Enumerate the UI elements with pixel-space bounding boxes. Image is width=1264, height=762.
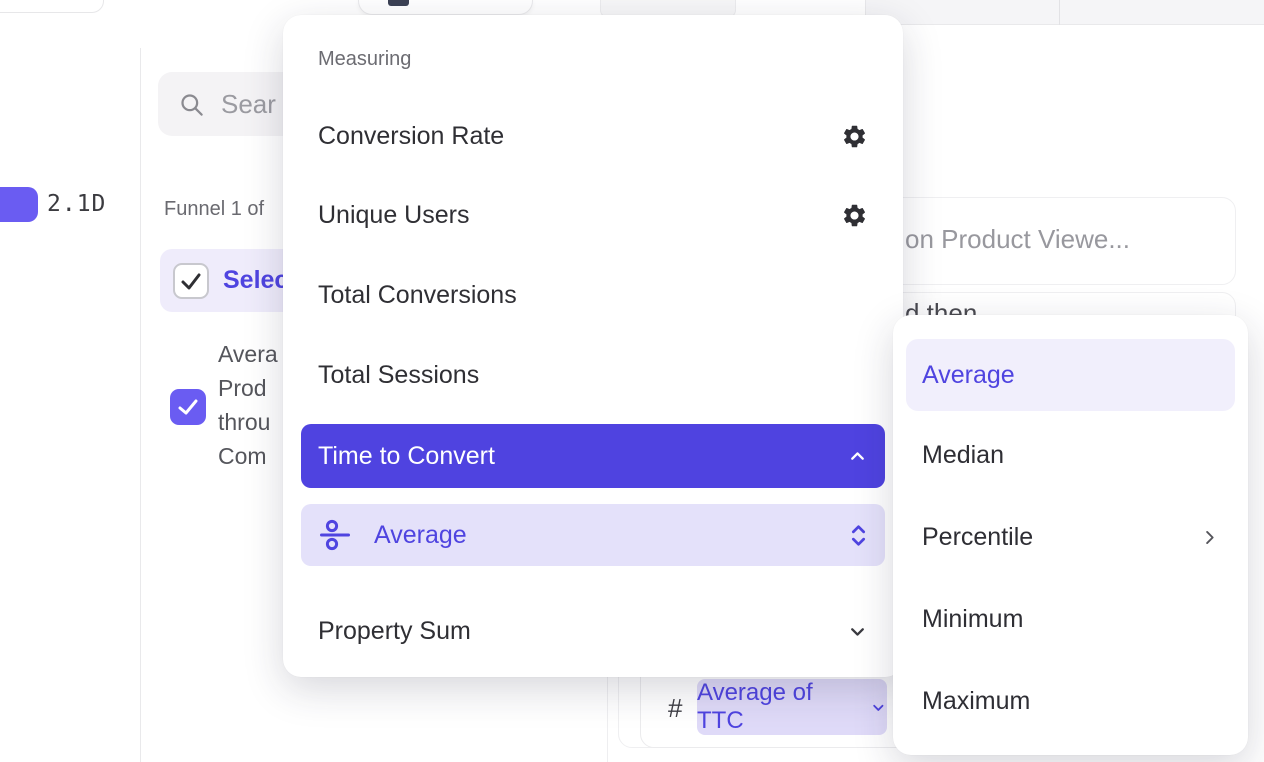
menu-item-unique-users[interactable]: Unique Users	[301, 183, 885, 247]
aggregation-dropdown: Average Median Percentile Minimum Maximu…	[893, 315, 1248, 755]
average-division-icon	[318, 518, 352, 552]
select-all-checkbox[interactable]	[173, 263, 209, 299]
menu-item-time-to-convert[interactable]: Time to Convert	[301, 424, 885, 488]
event-name-label: on Product Viewe...	[905, 224, 1130, 255]
measuring-dropdown-title: Measuring	[318, 48, 411, 71]
step-description-line: Prod	[218, 371, 278, 405]
agg-item-minimum[interactable]: Minimum	[906, 587, 1235, 651]
gear-icon[interactable]	[841, 202, 868, 229]
menu-item-aggregation-average[interactable]: Average	[301, 504, 885, 566]
search-placeholder: Sear	[221, 89, 276, 120]
menu-item-property-sum[interactable]: Property Sum	[301, 599, 885, 663]
chevron-right-icon	[1200, 528, 1219, 547]
step-description-line: Com	[218, 439, 278, 473]
search-icon	[178, 91, 205, 118]
segment-divider	[1059, 0, 1060, 25]
select-all-label: Selec	[223, 266, 288, 295]
chevron-up-down-icon	[849, 522, 868, 549]
step-description: Avera Prod throu Com	[218, 337, 278, 473]
funnel-bar	[0, 187, 38, 222]
measuring-dropdown: Measuring Conversion Rate Unique Users T…	[283, 15, 903, 677]
menu-item-total-conversions[interactable]: Total Conversions	[301, 263, 885, 327]
metric-pill-label: Average of TTC	[697, 679, 862, 735]
left-panel-divider	[140, 48, 141, 762]
agg-item-maximum[interactable]: Maximum	[906, 669, 1235, 733]
chevron-up-icon	[847, 446, 868, 467]
agg-item-percentile[interactable]: Percentile	[906, 505, 1235, 569]
numeric-type-label: #	[668, 693, 682, 724]
gear-icon[interactable]	[841, 123, 868, 150]
metric-pill-button[interactable]: Average of TTC	[697, 679, 887, 735]
check-icon	[176, 395, 200, 419]
step-description-line: throu	[218, 405, 278, 439]
menu-item-total-sessions[interactable]: Total Sessions	[301, 343, 885, 407]
chevron-down-icon	[870, 699, 887, 716]
partial-segmented-control	[865, 0, 1264, 25]
partial-card-top-left	[0, 0, 104, 13]
agg-item-median[interactable]: Median	[906, 423, 1235, 487]
step-description-line: Avera	[218, 337, 278, 371]
agg-item-average[interactable]: Average	[906, 339, 1235, 411]
chevron-down-icon	[847, 621, 868, 642]
partial-card-top-middle	[358, 0, 533, 15]
partial-icon	[388, 0, 409, 6]
bar-value-label: 2.1D	[47, 191, 106, 217]
menu-item-conversion-rate[interactable]: Conversion Rate	[301, 104, 885, 168]
funnel-count-label: Funnel 1 of	[164, 198, 264, 221]
step-checkbox[interactable]	[170, 389, 206, 425]
